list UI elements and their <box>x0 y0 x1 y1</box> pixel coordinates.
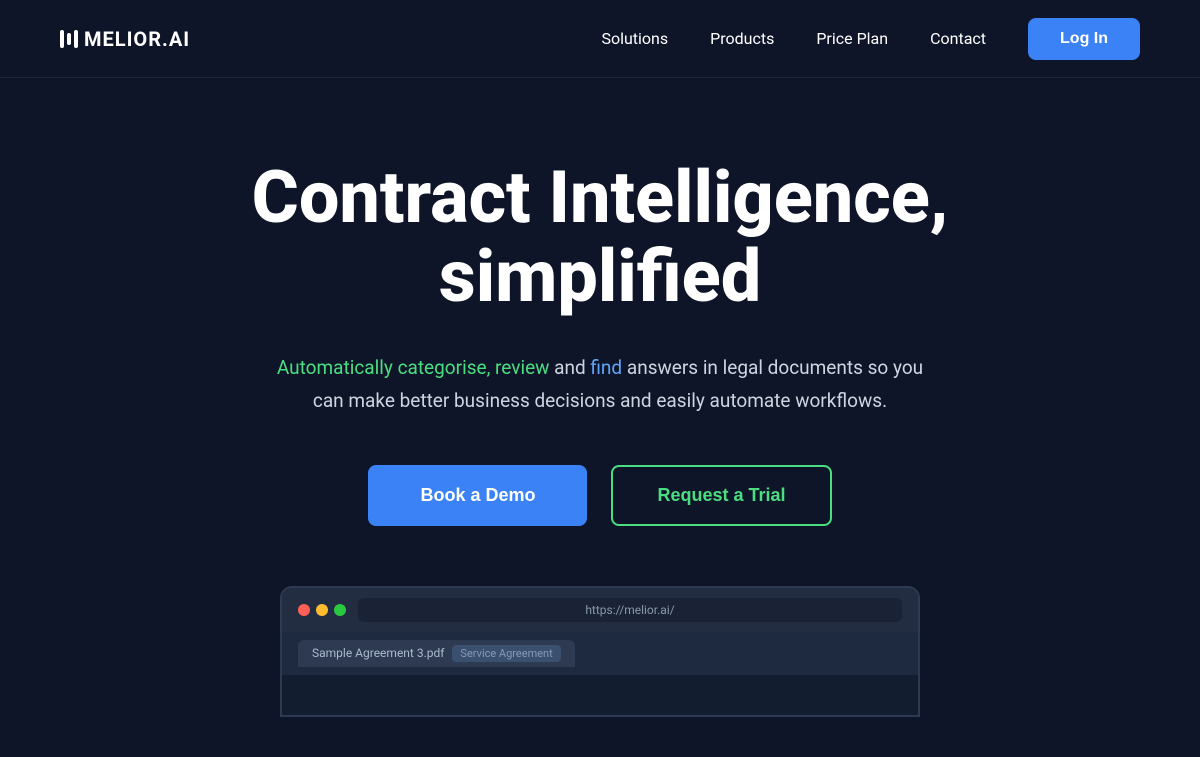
logo-bar-1 <box>60 30 64 48</box>
browser-tab: Sample Agreement 3.pdf Service Agreement <box>298 640 575 667</box>
logo-symbol <box>60 30 78 48</box>
browser-dot-red <box>298 604 310 616</box>
hero-buttons: Book a Demo Request a Trial <box>368 465 831 526</box>
browser-dots <box>298 604 346 616</box>
browser-tab-bar: Sample Agreement 3.pdf Service Agreement <box>282 632 918 675</box>
navbar: MELIOR.AI Solutions Products Price Plan … <box>0 0 1200 78</box>
nav-links: Solutions Products Price Plan Contact Lo… <box>601 18 1140 60</box>
logo[interactable]: MELIOR.AI <box>60 27 190 51</box>
nav-price-plan[interactable]: Price Plan <box>816 29 888 48</box>
browser-url: https://melior.ai/ <box>358 598 902 622</box>
hero-subtitle: Automatically categorise, review and fin… <box>270 352 930 417</box>
nav-products[interactable]: Products <box>710 29 774 48</box>
hero-title: Contract Intelligence, simplified <box>150 158 1050 316</box>
logo-icon: MELIOR.AI <box>60 27 190 51</box>
browser-tab-label: Sample Agreement 3.pdf <box>312 646 444 660</box>
login-button[interactable]: Log In <box>1028 18 1140 60</box>
request-trial-button[interactable]: Request a Trial <box>611 465 831 526</box>
browser-tag: Service Agreement <box>452 645 560 662</box>
logo-bar-3 <box>74 30 78 48</box>
browser-content <box>282 675 918 715</box>
browser-bar: https://melior.ai/ <box>282 588 918 632</box>
hero-section: Contract Intelligence, simplified Automa… <box>0 78 1200 757</box>
nav-solutions[interactable]: Solutions <box>601 29 668 48</box>
nav-contact[interactable]: Contact <box>930 29 986 48</box>
subtitle-connector: and <box>549 356 590 379</box>
subtitle-blue: find <box>590 356 622 379</box>
book-demo-button[interactable]: Book a Demo <box>368 465 587 526</box>
browser-mockup: https://melior.ai/ Sample Agreement 3.pd… <box>280 586 920 717</box>
subtitle-green: Automatically categorise, review <box>277 356 550 379</box>
browser-dot-green <box>334 604 346 616</box>
logo-bar-2 <box>67 33 71 45</box>
browser-mockup-wrapper: https://melior.ai/ Sample Agreement 3.pd… <box>100 586 1100 717</box>
browser-dot-yellow <box>316 604 328 616</box>
logo-text: MELIOR.AI <box>84 27 190 51</box>
